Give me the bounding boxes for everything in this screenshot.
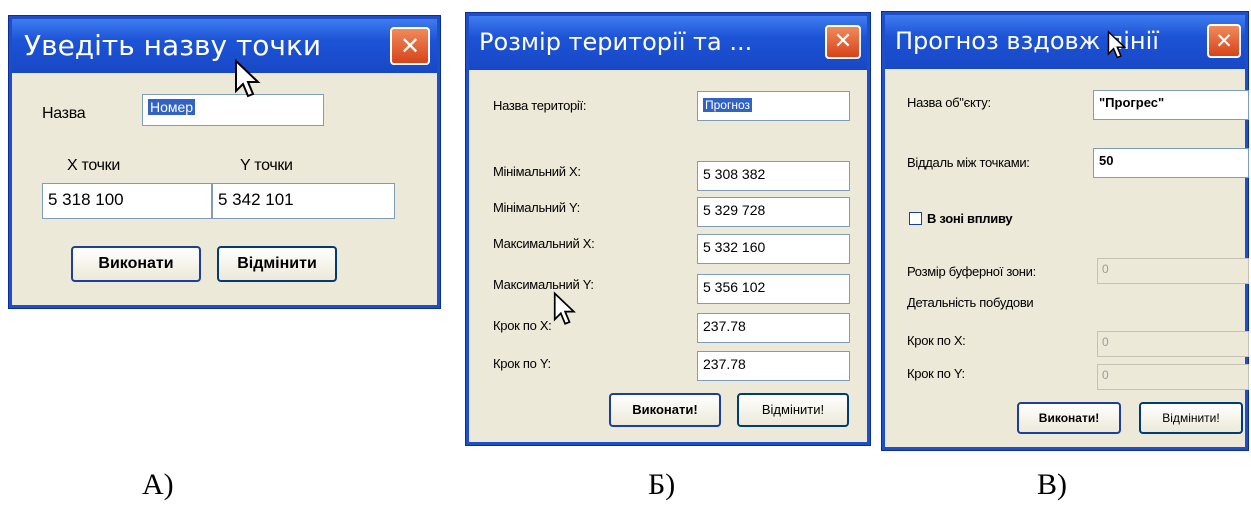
dialog-title: Розмір території та ...: [479, 28, 753, 56]
mouse-pointer-icon: [553, 291, 576, 325]
dialog-titlebar[interactable]: Розмір території та ...: [469, 16, 867, 70]
close-button[interactable]: ✕: [1207, 24, 1241, 58]
step-x-label: Крок по X:: [493, 318, 552, 333]
execute-button[interactable]: Виконати!: [1017, 402, 1121, 434]
step-x-input[interactable]: 237.78: [697, 313, 850, 343]
step-y-label: Крок по Y:: [907, 366, 965, 381]
close-button[interactable]: ✕: [390, 27, 430, 65]
object-name-input[interactable]: "Прогрес": [1093, 90, 1249, 120]
mouse-pointer-icon: [235, 59, 261, 98]
dialog-titlebar[interactable]: Прогноз вздовж лінії: [885, 15, 1245, 69]
y-point-input[interactable]: 5 342 101: [212, 183, 395, 219]
execute-button[interactable]: Виконати!: [609, 393, 721, 427]
territory-name-input[interactable]: Прогноз: [697, 91, 850, 121]
close-button[interactable]: ✕: [825, 25, 861, 59]
name-input-value: Номер: [148, 99, 196, 115]
max-x-input[interactable]: 5 332 160: [697, 234, 850, 264]
step-y-input-visible[interactable]: 0: [1097, 364, 1249, 390]
mouse-pointer-icon: [1107, 30, 1127, 59]
dialog-titlebar[interactable]: Уведіть назву точки: [12, 19, 437, 73]
distance-input[interactable]: 50: [1093, 148, 1249, 178]
cancel-button[interactable]: Відмінити: [217, 246, 337, 282]
max-y-label: Максимальний Y:: [493, 277, 594, 292]
territory-name-label: Назва території:: [493, 98, 587, 113]
dialog-title: Уведіть назву точки: [24, 29, 322, 62]
min-y-input[interactable]: 5 329 728: [697, 197, 850, 227]
x-point-input[interactable]: 5 318 100: [42, 183, 212, 219]
min-y-label: Мінімальний Y:: [493, 200, 580, 215]
step-x-label: Крок по X:: [907, 333, 966, 348]
dialog-enter-point-name: Уведіть назву точки ✕ Назва Номер X точк…: [9, 16, 440, 308]
max-y-input[interactable]: 5 356 102: [697, 274, 850, 304]
influence-zone-checkbox[interactable]: [909, 212, 922, 225]
buffer-size-input[interactable]: 0: [1097, 258, 1249, 284]
buffer-size-label: Розмір буферної зони:: [907, 264, 1036, 279]
dialog-territory-size: Розмір території та ... ✕ Назва територі…: [466, 13, 870, 445]
step-y-label: Крок по Y:: [493, 356, 551, 371]
caption-b: Б): [648, 468, 676, 501]
influence-zone-label: В зоні впливу: [927, 211, 1013, 226]
name-input[interactable]: Номер: [142, 94, 324, 126]
cancel-button[interactable]: Відмінити!: [737, 393, 849, 427]
min-x-label: Мінімальний X:: [493, 164, 581, 179]
detail-label: Детальність побудови: [907, 295, 1034, 310]
step-x-input[interactable]: 0: [1097, 331, 1249, 357]
step-y-input[interactable]: 237.78: [697, 351, 850, 381]
y-point-label: Y точки: [240, 157, 293, 174]
x-point-label: X точки: [67, 157, 120, 174]
territory-name-value: Прогноз: [703, 98, 753, 112]
min-x-input[interactable]: 5 308 382: [697, 161, 850, 191]
cancel-button[interactable]: Відмінити!: [1139, 402, 1243, 434]
name-label: Назва: [42, 105, 86, 122]
distance-label: Віддаль між точками:: [907, 155, 1030, 170]
execute-button[interactable]: Виконати: [71, 246, 201, 282]
dialog-forecast-along-line: Прогноз вздовж лінії ✕ Назва об"єкту: "П…: [882, 12, 1249, 450]
object-name-label: Назва об"єкту:: [907, 95, 991, 110]
caption-c: В): [1037, 468, 1067, 501]
caption-a: А): [142, 468, 174, 501]
max-x-label: Максимальний X:: [493, 236, 595, 251]
